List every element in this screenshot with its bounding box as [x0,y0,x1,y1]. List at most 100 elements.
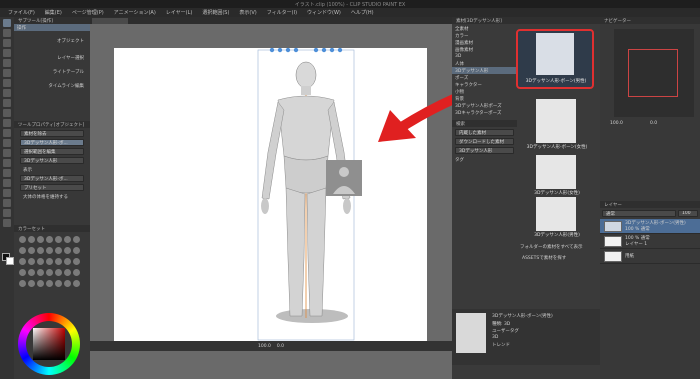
tool-name[interactable]: 操作 [14,24,90,31]
tree-item[interactable]: カラー [452,32,517,39]
tree-item[interactable]: 人体 [452,60,517,67]
swatch[interactable] [28,280,35,287]
swatch[interactable] [28,269,35,276]
tree-item[interactable]: キャラクター [452,81,517,88]
assets-checkbox[interactable]: ASSETSで素材を探す [522,255,598,261]
swatch[interactable] [37,280,44,287]
swatch[interactable] [19,236,26,243]
operation-tool-icon[interactable] [3,19,11,27]
menu-item[interactable]: ヘルプ(H) [351,9,374,16]
subtool-timeline[interactable]: タイムライン編集 [14,79,90,93]
swatch[interactable] [73,269,80,276]
menu-item[interactable]: 表示(V) [239,9,256,16]
tree-item[interactable]: 画像素材 [452,46,517,53]
swatch[interactable] [73,247,80,254]
menu-item[interactable]: 選択範囲(S) [202,9,229,16]
drawing-doll-button[interactable]: 3Dデッサン人形 [20,157,84,164]
menu-item[interactable]: アニメーション(A) [114,9,156,16]
hand-icon[interactable] [3,39,11,47]
swatch[interactable] [46,247,53,254]
swatch[interactable] [73,280,80,287]
menu-item[interactable]: フィルター(I) [267,9,297,16]
swatch[interactable] [64,258,71,265]
swatch[interactable] [28,236,35,243]
swatch[interactable] [19,269,26,276]
navigator-zoom[interactable]: 100.0 [610,121,623,126]
pen-icon[interactable] [3,89,11,97]
tree-item[interactable]: 3Dデッサン人形ポーズ [452,102,517,109]
menu-item[interactable]: ウィンドウ(W) [307,9,341,16]
menu-item[interactable]: ページ管理(P) [72,9,104,16]
swatch[interactable] [73,236,80,243]
lasso-icon[interactable] [3,69,11,77]
layer-row[interactable]: 100 % 通常 レイヤー 1 [600,234,700,249]
swatch[interactable] [64,269,71,276]
swatch[interactable] [64,236,71,243]
tree-item[interactable]: 漫画素材 [452,39,517,46]
eraser-icon[interactable] [3,129,11,137]
angle-value[interactable]: 0.0 [277,344,284,349]
brush-icon[interactable] [3,109,11,117]
frame-icon[interactable] [3,179,11,187]
subtool-layer-select[interactable]: レイヤー選択 [14,51,90,65]
swatch[interactable] [46,236,53,243]
subtool-light-table[interactable]: ライトテーブル [14,65,90,79]
figure-icon[interactable] [3,169,11,177]
blend-mode-select[interactable]: 通常 [602,210,676,217]
tree-item[interactable]: 全素材 [452,25,517,32]
pencil-icon[interactable] [3,99,11,107]
menu-item[interactable]: ファイル(F) [8,9,35,16]
folder-show-all[interactable]: フォルダーの素材をすべて表示 [520,244,596,250]
swatch[interactable] [46,258,53,265]
tree-item-selected[interactable]: 3Dデッサン人形 [452,67,517,74]
preset-button[interactable]: プリセット [20,184,84,191]
swatch[interactable] [55,247,62,254]
tag-downloaded-button[interactable]: ダウンロードした素材 [455,138,514,145]
blend-icon[interactable] [3,139,11,147]
layer-row-selected[interactable]: 3Dデッサン人形-ボーン(男性) 100 % 通常 [600,219,700,234]
airbrush-icon[interactable] [3,119,11,127]
swatch[interactable] [19,280,26,287]
edit-selection-button[interactable]: 選択範囲を編集 [20,148,84,155]
canvas-tab[interactable] [92,18,128,24]
swatch[interactable] [37,247,44,254]
model-select-button[interactable]: 3Dデッサン人形-ボ... [20,139,84,146]
swatch[interactable] [55,258,62,265]
doll-item-field[interactable]: 3Dデッサン人形-ボ... [20,175,84,182]
move-icon[interactable] [3,49,11,57]
color-wheel[interactable] [18,313,80,375]
select-icon[interactable] [3,59,11,67]
material-thumbnail[interactable] [536,197,576,231]
swatch[interactable] [19,247,26,254]
swatch[interactable] [55,280,62,287]
tree-item[interactable]: 小物 [452,88,517,95]
swatch[interactable] [73,258,80,265]
swatch[interactable] [28,247,35,254]
swatch[interactable] [37,258,44,265]
swatch[interactable] [64,247,71,254]
material-thumbnail[interactable] [536,155,576,189]
tree-item[interactable]: 背景 [452,95,517,102]
balloon-icon[interactable] [3,209,11,217]
sub-color-swatch[interactable] [6,257,14,265]
saturation-square[interactable] [33,328,65,360]
swatch[interactable] [19,258,26,265]
tree-item[interactable]: ポーズ [452,74,517,81]
menu-item[interactable]: 編集(E) [45,9,62,16]
swatch[interactable] [37,236,44,243]
zoom-value[interactable]: 100.0 [258,344,271,349]
menu-item[interactable]: レイヤー(L) [166,9,193,16]
swatch[interactable] [28,258,35,265]
keep-proportion-checkbox[interactable]: 大体の体格を維持する [20,193,84,200]
swatch[interactable] [37,269,44,276]
zoom-icon[interactable] [3,29,11,37]
swatch[interactable] [55,269,62,276]
remove-material-button[interactable]: 素材を除去 [20,130,84,137]
navigator-rotate[interactable]: 0.0 [650,121,657,126]
opacity-field[interactable]: 100 [678,210,698,217]
tag-builtin-button[interactable]: 内蔵した素材 [455,129,514,136]
subtool-object[interactable]: オブジェクト [14,31,90,51]
tag-doll-button[interactable]: 3Dデッサン人形 [455,147,514,154]
tree-item[interactable]: 3D [452,53,517,60]
swatch[interactable] [46,280,53,287]
